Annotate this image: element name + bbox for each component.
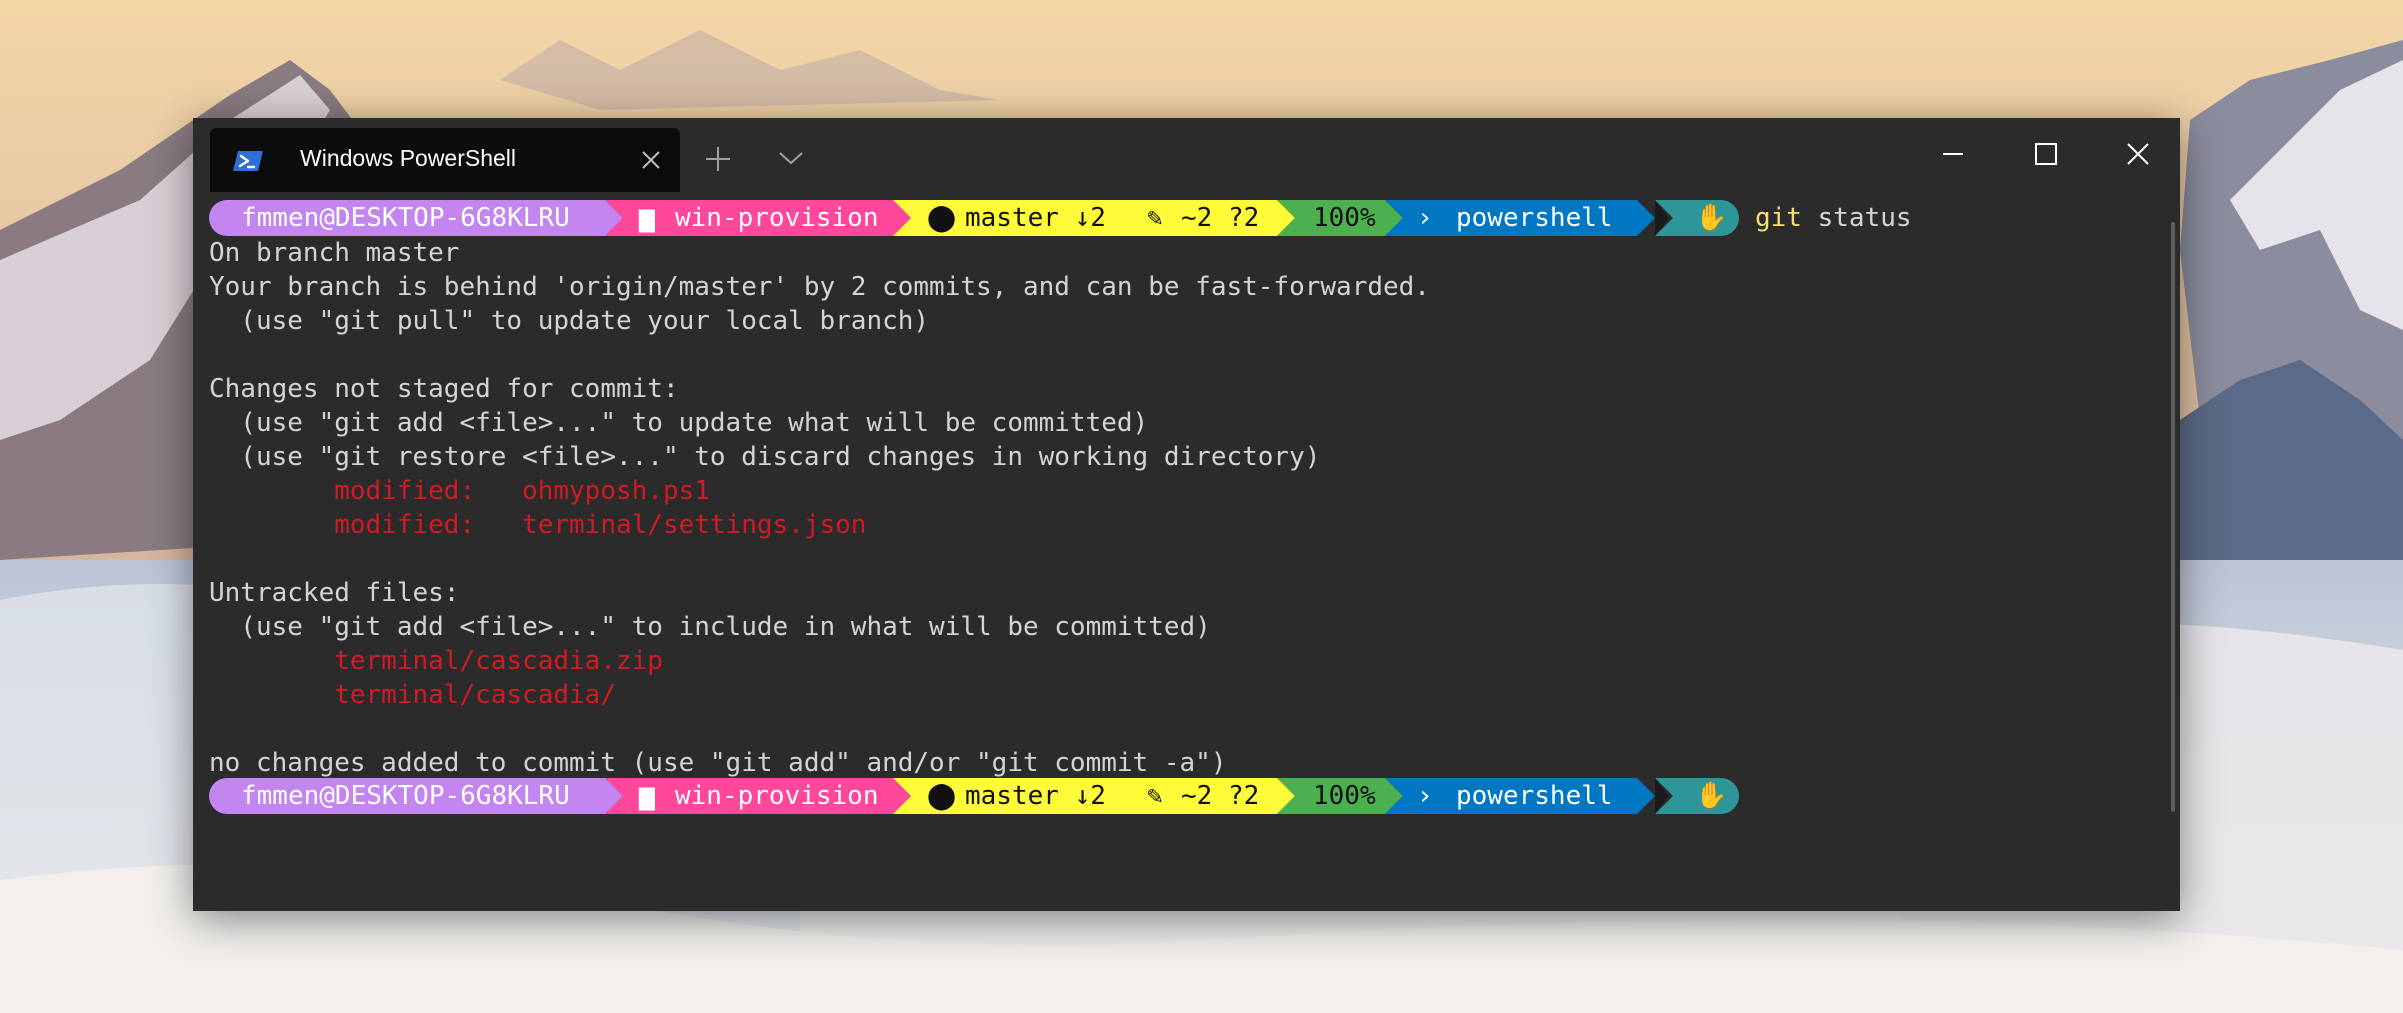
minimize-icon[interactable] — [1939, 140, 1967, 168]
folder-icon: ▆ — [639, 203, 655, 233]
terminal-window: Windows PowerShell fmmen@DESKTOP-6G8KLRU… — [193, 118, 2180, 911]
prompt-git-status: ~2 ?2 — [1181, 781, 1260, 811]
output-line: (use "git add <file>..." to include in w… — [209, 612, 1211, 642]
command-git: git — [1755, 203, 1802, 233]
output-line: (use "git pull" to update your local bra… — [209, 306, 930, 336]
output-line: On branch master — [209, 238, 460, 268]
prompt-folder: win-provision — [675, 203, 879, 233]
modified-file-line: modified: terminal/settings.json — [209, 510, 867, 540]
chevron-down-icon[interactable] — [777, 148, 805, 168]
output-line: no changes added to commit (use "git add… — [209, 748, 1227, 778]
tab-windows-powershell[interactable]: Windows PowerShell — [210, 128, 680, 192]
exit-status-icon: ✋ — [1695, 781, 1728, 811]
close-icon[interactable] — [2124, 140, 2152, 168]
command-args: status — [1801, 203, 1912, 233]
prompt-shell: powershell — [1456, 781, 1613, 811]
tab-title: Windows PowerShell — [300, 145, 517, 171]
title-bar[interactable]: Windows PowerShell — [193, 118, 2180, 192]
prompt-branch: master ↓2 — [965, 203, 1106, 233]
prompt-battery: 100% — [1313, 203, 1376, 233]
output-line: Changes not staged for commit: — [209, 374, 679, 404]
output-line: (use "git restore <file>..." to discard … — [209, 442, 1321, 472]
maximize-icon[interactable] — [2032, 140, 2060, 168]
prompt-user: fmmen@DESKTOP-6G8KLRU — [241, 203, 570, 233]
prompt-shell: powershell — [1456, 203, 1613, 233]
close-tab-icon[interactable] — [638, 147, 664, 173]
output-line: (use "git add <file>..." to update what … — [209, 408, 1149, 438]
vertical-scrollbar[interactable] — [2171, 222, 2175, 812]
prompt-folder: win-provision — [675, 781, 879, 811]
edit-icon: ✎ — [1147, 203, 1163, 233]
output-line: Untracked files: — [209, 578, 460, 608]
edit-icon: ✎ — [1147, 781, 1163, 811]
prompt-git-status: ~2 ?2 — [1181, 203, 1260, 233]
prompt-branch: master ↓2 — [965, 781, 1106, 811]
powershell-icon — [233, 151, 263, 171]
new-tab-plus-icon[interactable] — [704, 145, 732, 173]
prompt-battery: 100% — [1313, 781, 1376, 811]
untracked-file-line: terminal/cascadia/ — [209, 680, 616, 710]
terminal-prompt-icon: › — [1417, 203, 1433, 233]
output-line: Your branch is behind 'origin/master' by… — [209, 272, 1430, 302]
prompt-user: fmmen@DESKTOP-6G8KLRU — [241, 781, 570, 811]
github-icon: ⬤ — [927, 781, 957, 811]
github-icon: ⬤ — [927, 203, 957, 233]
untracked-file-line: terminal/cascadia.zip — [209, 646, 663, 676]
typed-command: git status — [1755, 200, 1912, 236]
folder-icon: ▆ — [639, 781, 655, 811]
terminal-prompt-icon: › — [1417, 781, 1433, 811]
terminal-content[interactable]: fmmen@DESKTOP-6G8KLRU ▆ win-provision ⬤ … — [193, 192, 2180, 911]
modified-file-line: modified: ohmyposh.ps1 — [209, 476, 710, 506]
exit-status-icon: ✋ — [1695, 203, 1728, 233]
